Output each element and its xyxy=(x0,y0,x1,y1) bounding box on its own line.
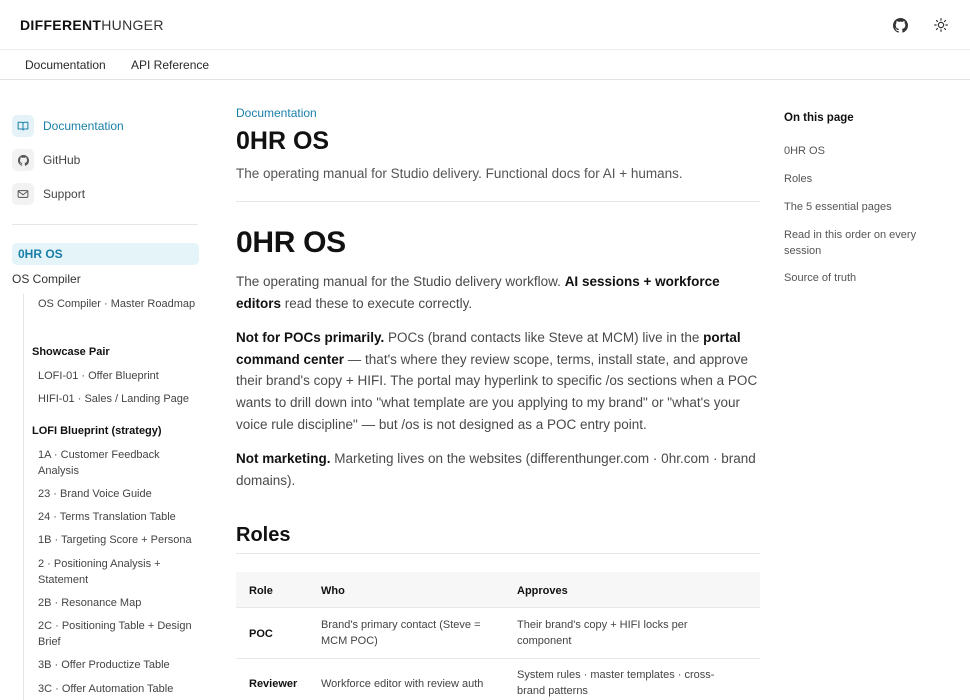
sidebar-link-label: Support xyxy=(43,187,86,201)
breadcrumb[interactable]: Documentation xyxy=(236,106,317,120)
intro-paragraph: The operating manual for the Studio deli… xyxy=(236,271,760,314)
section-heading-0hr-os: 0HR OS xyxy=(236,226,346,259)
nav-item-3b[interactable]: 3B · Offer Productize Table xyxy=(38,657,198,673)
sidebar-link-label: Documentation xyxy=(43,119,124,133)
section-heading-roles: Roles xyxy=(236,524,291,546)
nav-group-showcase-pair: Showcase Pair xyxy=(32,346,110,358)
sidebar-divider xyxy=(12,224,198,225)
toc-item-0hr-os[interactable]: 0HR OS xyxy=(784,143,934,159)
roles-divider xyxy=(236,553,760,554)
roles-table: Role Who Approves POC Brand's primary co… xyxy=(236,572,760,700)
github-icon xyxy=(12,149,34,171)
intro-text: The operating manual for the Studio deli… xyxy=(236,274,565,289)
page-subtitle: The operating manual for Studio delivery… xyxy=(236,166,683,181)
logo-bold-text: DIFFERENT xyxy=(20,17,102,33)
sidebar-link-label: GitHub xyxy=(43,153,81,167)
logo-thin-text: HUNGER xyxy=(101,17,164,33)
nav-item-hifi-01[interactable]: HIFI-01 · Sales / Landing Page xyxy=(38,391,198,407)
nav-item-compiler-roadmap[interactable]: OS Compiler · Master Roadmap xyxy=(38,296,198,312)
on-this-page: On this page 0HR OS Roles The 5 essentia… xyxy=(784,80,944,700)
poc-lead: Not for POCs primarily. xyxy=(236,330,385,345)
nav-item-os-compiler[interactable]: OS Compiler xyxy=(12,272,81,286)
sidebar-link-github[interactable]: GitHub xyxy=(12,148,80,172)
tab-documentation[interactable]: Documentation xyxy=(25,58,106,72)
page-title: 0HR OS xyxy=(236,127,330,155)
poc-text: POCs (brand contacts like Steve at MCM) … xyxy=(384,330,704,345)
tab-bar: Documentation API Reference xyxy=(0,50,970,80)
main-content: Documentation 0HR OS The operating manua… xyxy=(236,80,761,700)
sidebar-link-documentation[interactable]: Documentation xyxy=(12,114,124,138)
nav-item-0hr-os[interactable]: 0HR OS xyxy=(12,243,199,265)
table-row: POC Brand's primary contact (Steve = MCM… xyxy=(236,608,760,659)
table-header-who: Who xyxy=(321,585,345,597)
nav-item-1a[interactable]: 1A · Customer Feedback Analysis xyxy=(38,447,198,479)
marketing-paragraph: Not marketing. Marketing lives on the we… xyxy=(236,448,760,491)
table-cell-approves: System rules · master templates · cross-… xyxy=(517,669,715,697)
nav-item-1b[interactable]: 1B · Targeting Score + Persona xyxy=(38,532,198,548)
table-cell-who: Workforce editor with review auth xyxy=(321,678,484,690)
table-cell-role: Reviewer xyxy=(249,678,298,690)
nav-item-2c[interactable]: 2C · Positioning Table + Design Brief xyxy=(38,618,198,650)
table-cell-approves: Their brand's copy + HIFI locks per comp… xyxy=(517,619,688,647)
nav-item-24[interactable]: 24 · Terms Translation Table xyxy=(38,509,198,525)
top-bar: DIFFERENTHUNGER xyxy=(0,0,970,50)
tab-api-reference[interactable]: API Reference xyxy=(131,58,209,72)
mail-icon xyxy=(12,183,34,205)
table-cell-role: POC xyxy=(249,628,273,640)
nav-item-2[interactable]: 2 · Positioning Analysis + Statement xyxy=(38,556,198,588)
nav-item-2b[interactable]: 2B · Resonance Map xyxy=(38,595,198,611)
toc-item-source-of-truth[interactable]: Source of truth xyxy=(784,270,934,286)
poc-paragraph: Not for POCs primarily. POCs (brand cont… xyxy=(236,327,760,436)
toc-item-roles[interactable]: Roles xyxy=(784,171,934,187)
nav-group-lofi-blueprint: LOFI Blueprint (strategy) xyxy=(32,425,162,437)
sidebar: Documentation GitHub Support 0HR OS OS C… xyxy=(0,80,210,700)
book-icon xyxy=(12,115,34,137)
intro-text-end: read these to execute correctly. xyxy=(281,295,473,311)
sidebar-link-support[interactable]: Support xyxy=(12,182,85,206)
sun-icon[interactable] xyxy=(931,15,951,35)
toc-item-read-order[interactable]: Read in this order on every session xyxy=(784,227,934,259)
github-icon[interactable] xyxy=(890,15,910,35)
table-header-approves: Approves xyxy=(517,585,568,597)
toc-item-essential-pages[interactable]: The 5 essential pages xyxy=(784,199,934,215)
marketing-lead: Not marketing. xyxy=(236,451,331,466)
brand-logo[interactable]: DIFFERENTHUNGER xyxy=(20,17,164,33)
table-row: Reviewer Workforce editor with review au… xyxy=(236,659,760,700)
table-cell-who: Brand's primary contact (Steve = MCM POC… xyxy=(321,619,481,647)
nav-item-3c[interactable]: 3C · Offer Automation Table xyxy=(38,681,198,697)
nav-tree-rail xyxy=(23,294,24,700)
nav-item-lofi-01[interactable]: LOFI-01 · Offer Blueprint xyxy=(38,368,198,384)
title-divider xyxy=(236,201,760,202)
toc-title: On this page xyxy=(784,112,854,124)
table-header-row: Role Who Approves xyxy=(236,572,760,608)
table-header-role: Role xyxy=(249,585,273,597)
nav-item-23[interactable]: 23 · Brand Voice Guide xyxy=(38,486,198,502)
